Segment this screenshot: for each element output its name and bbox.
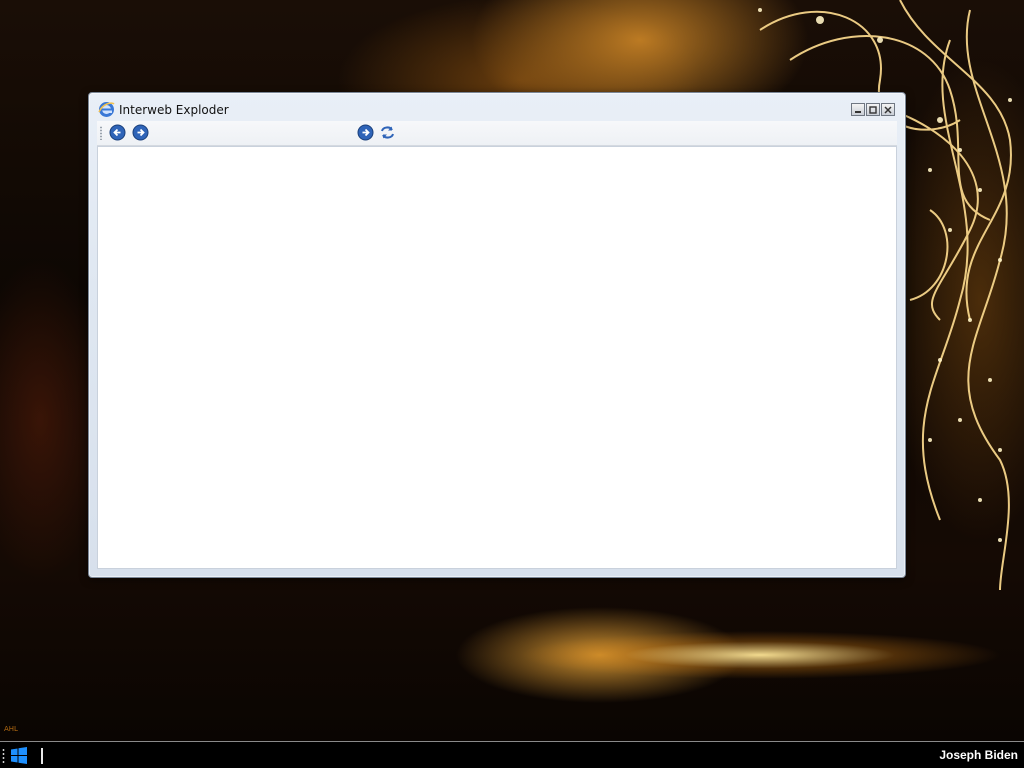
browser-window[interactable]: Interweb Exploder bbox=[88, 92, 906, 578]
taskbar: Joseph Biden bbox=[0, 741, 1024, 768]
back-arrow-icon[interactable] bbox=[109, 124, 126, 141]
taskbar-grip[interactable] bbox=[2, 748, 5, 764]
window-titlebar[interactable]: Interweb Exploder bbox=[89, 93, 905, 121]
refresh-icon[interactable] bbox=[379, 124, 396, 141]
windows-logo-icon[interactable] bbox=[10, 747, 28, 764]
toolbar-grip[interactable] bbox=[100, 126, 102, 140]
minimize-button[interactable] bbox=[851, 103, 865, 116]
browser-toolbar bbox=[97, 121, 897, 146]
taskbar-divider bbox=[41, 748, 43, 764]
window-controls bbox=[851, 103, 895, 116]
close-button[interactable] bbox=[881, 103, 895, 116]
window-title: Interweb Exploder bbox=[119, 103, 229, 117]
minimize-icon bbox=[855, 110, 861, 113]
forward-arrow-icon[interactable] bbox=[132, 124, 149, 141]
browser-e-icon bbox=[98, 102, 115, 117]
close-icon bbox=[884, 105, 892, 114]
browser-content-area[interactable] bbox=[97, 146, 897, 569]
go-arrow-icon[interactable] bbox=[357, 124, 374, 141]
wallpaper-watermark: AHL bbox=[4, 725, 18, 733]
taskbar-user-name[interactable]: Joseph Biden bbox=[939, 748, 1018, 762]
maximize-button[interactable] bbox=[866, 103, 880, 116]
maximize-icon bbox=[869, 105, 877, 114]
